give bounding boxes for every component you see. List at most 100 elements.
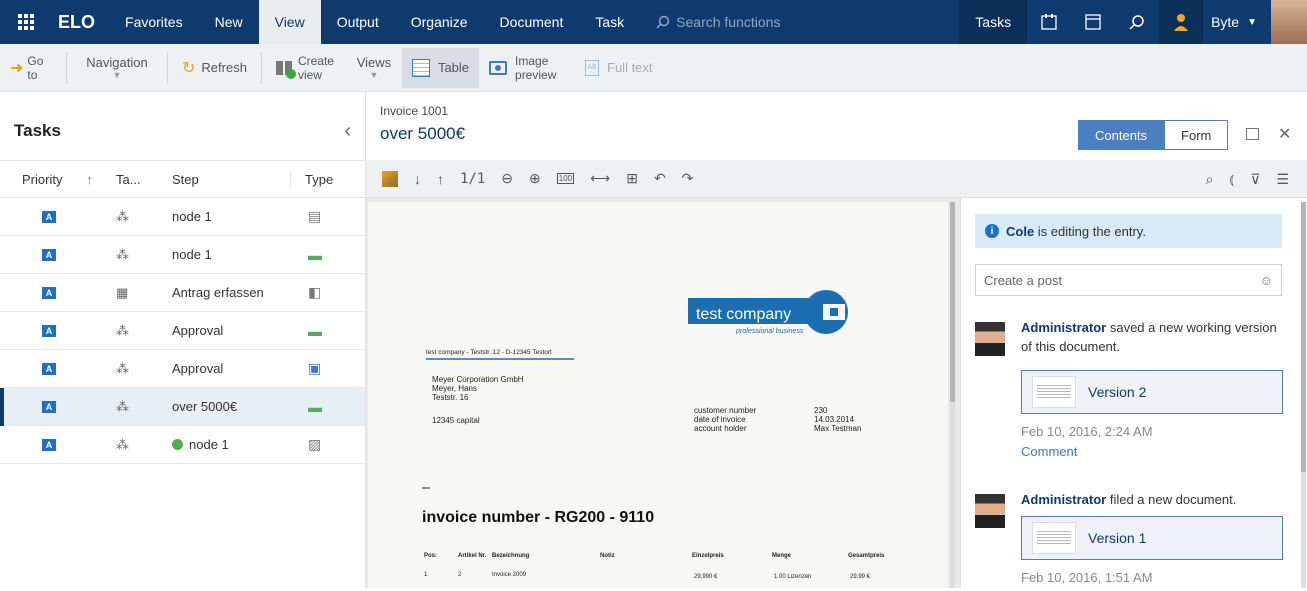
menu-view[interactable]: View [258,0,321,44]
table-row[interactable]: A ⁂ node 1 ▤ [0,198,365,236]
feed-scrollbar[interactable] [1301,202,1306,588]
table-row[interactable]: A ⁂ Approval ▣ [0,350,365,388]
create-view-button[interactable]: Create view [266,48,346,88]
menu-task[interactable]: Task [579,0,640,44]
refresh-button[interactable]: ↻ Refresh [172,48,257,88]
doc-stack-icon: ▤ [308,208,322,224]
fit-page-icon[interactable]: ⊞ [626,170,638,187]
goto-button[interactable]: ➜ Go to [0,48,62,88]
tab-contents[interactable]: Contents [1078,120,1165,150]
zoom-in-icon[interactable]: ⊕ [529,170,541,187]
avatar[interactable] [1271,0,1307,44]
search-functions[interactable]: Search functions [656,14,780,30]
col-priority[interactable]: Priority ↑ [0,172,98,187]
tasks-table-header: Priority ↑ Ta... Step Type [0,160,365,198]
menu-document[interactable]: Document [484,0,580,44]
rss-icon[interactable]: ⦅ [1230,171,1235,188]
table-row[interactable]: A ⁂ node 1 ▬ [0,236,365,274]
invoice-cell-total: 29.99 € [850,574,871,580]
full-text-button[interactable]: AB Full text [575,48,663,88]
col-type[interactable]: Type [290,171,360,187]
step-cell: node 1 [156,437,290,452]
zoom-out-icon[interactable]: ⊖ [501,170,513,187]
document-scrollbar[interactable] [950,202,955,588]
col-step[interactable]: Step [156,172,290,187]
rotate-right-icon[interactable]: ↷ [682,170,694,187]
workflow-cell: ⁂ [98,361,156,377]
arrow-right-icon: ➜ [10,59,24,77]
navigation-dropdown[interactable]: Navigation ▼ [71,48,163,88]
full-text-label: Full text [607,60,653,75]
arrow-down-icon[interactable]: ↓ [414,171,421,187]
chevron-down-icon: ▼ [1247,16,1257,28]
emoji-icon[interactable]: ☺ [1260,273,1273,288]
menu-output[interactable]: Output [321,0,395,44]
doc-arrow-icon: ▨ [308,436,322,452]
annotation-icon[interactable] [382,170,398,187]
entry-user[interactable]: Administrator [1021,320,1106,335]
fit-width-icon[interactable]: ⟷ [590,170,610,187]
recipient-line-4: 12345 capital [432,416,480,425]
table-row[interactable]: A ⁂ node 1 ▨ [0,426,365,464]
version-card[interactable]: Version 2 [1021,370,1283,414]
scrollbar-thumb[interactable] [1301,202,1306,472]
tasks-table-body: A ⁂ node 1 ▤ A ⁂ node 1 ▬ A ▦ Antrag erfassen ◧ A ⁂ Ap… [0,198,365,464]
table-view-button[interactable]: Table [401,47,480,88]
priority-badge: A [42,400,56,413]
tasks-button[interactable]: Tasks [959,0,1028,44]
collapse-chevron-icon[interactable]: ‹ [344,120,351,143]
elo-icon[interactable] [1027,0,1071,44]
comment-link[interactable]: Comment [1021,444,1077,459]
table-row[interactable]: A ⁂ over 5000€ ▬ [0,388,365,426]
col-task[interactable]: Ta... [98,172,156,187]
workflow-icon: ⁂ [116,208,129,224]
editing-text: is editing the entry. [1034,223,1146,239]
filter-icon[interactable]: ⊽ [1250,171,1260,188]
create-post-input[interactable]: Create a post ☺ [975,264,1282,296]
menu-organize[interactable]: Organize [395,0,484,44]
editing-user[interactable]: Cole [1006,224,1034,239]
tab-form[interactable]: Form [1164,120,1229,150]
menu-favorites[interactable]: Favorites [109,0,199,44]
window-icon[interactable] [1071,0,1115,44]
meta-label-holder: account holder [694,424,747,433]
actual-size-icon[interactable]: 100 [556,173,575,184]
list-icon[interactable]: ☰ [1276,171,1289,188]
user-icon[interactable] [1159,0,1204,44]
form-icon: ◧ [308,284,322,300]
image-preview-button[interactable]: Image preview [479,48,575,88]
arrow-up-icon[interactable]: ↑ [437,171,444,187]
elo-logo: ELO [58,11,96,32]
version-card[interactable]: Version 1 [1021,516,1283,560]
workflow-cell: ⁂ [98,399,156,415]
note-icon: ▣ [308,360,322,376]
version-label: Version 2 [1088,384,1147,400]
invoice-page: test company professional business test … [368,202,948,588]
step-label: node 1 [172,209,212,224]
table-row[interactable]: A ▦ Antrag erfassen ◧ [0,274,365,312]
scrollbar-thumb[interactable] [950,202,955,402]
table-row[interactable]: A ⁂ Approval ▬ [0,312,365,350]
refresh-icon: ↻ [182,59,196,77]
top-menu-bar: ELO Favorites New View Output Organize D… [0,0,1307,44]
feed: i Cole is editing the entry. Create a po… [960,198,1307,588]
entry-user[interactable]: Administrator [1021,492,1106,507]
invoice-col-total: Gesamtpreis [848,553,885,559]
priority-cell: A [0,438,98,451]
workflow-cell: ⁂ [98,323,156,339]
user-menu[interactable]: Byte ▼ [1203,0,1271,44]
close-icon[interactable]: ✕ [1278,124,1291,144]
create-view-icon [275,60,296,79]
search-icon[interactable]: ⌕ [1206,171,1214,188]
goto-label: Go to [27,53,44,82]
priority-cell: A [0,324,98,337]
rotate-left-icon[interactable]: ↶ [654,170,666,187]
user-name: Byte [1211,14,1240,30]
recipient-line-2: Meyer, Hans [432,384,477,393]
views-dropdown[interactable]: Views ▼ [346,48,402,88]
menu-new[interactable]: New [199,0,259,44]
workflow-icon: ⁂ [116,398,129,414]
app-grid-icon[interactable] [0,0,52,44]
search-icon[interactable] [1115,0,1159,44]
maximize-icon[interactable] [1246,128,1259,140]
